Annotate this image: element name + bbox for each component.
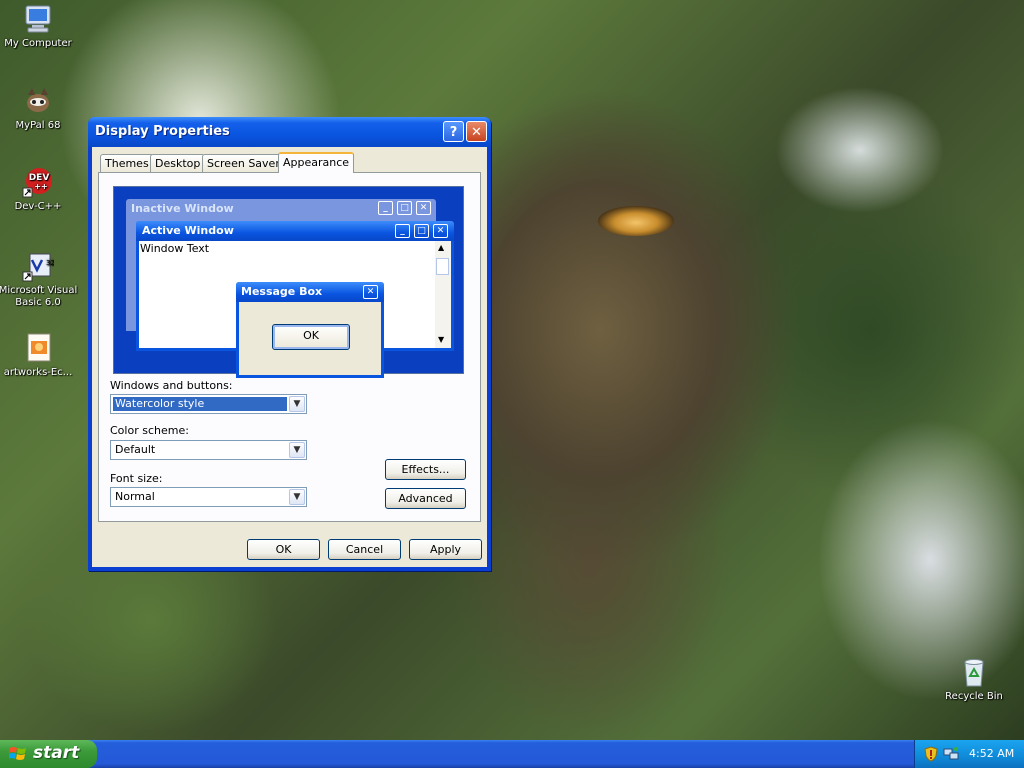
advanced-button[interactable]: Advanced	[385, 488, 466, 509]
preview-inactive-title: Inactive Window	[131, 202, 234, 215]
color-scheme-label: Color scheme:	[110, 424, 189, 437]
color-scheme-select[interactable]: Default ▼	[110, 440, 307, 460]
svg-text:32: 32	[46, 259, 54, 267]
preview-active-title: Active Window	[142, 224, 234, 237]
help-button[interactable]: ?	[443, 121, 464, 142]
preview-active-window: Active Window _ □ ✕ Window Text ▲ ▼ Mess…	[136, 221, 454, 378]
desktop-icon-label: artworks-Ec...	[3, 367, 73, 378]
system-tray: 4:52 AM	[914, 740, 1024, 768]
desktop-icon-label: My Computer	[4, 38, 72, 49]
scroll-up-icon: ▲	[438, 243, 445, 252]
minimize-icon: _	[378, 201, 393, 215]
scroll-down-icon: ▼	[438, 335, 445, 344]
start-label: start	[33, 743, 80, 763]
close-button[interactable]: ✕	[466, 121, 487, 142]
desktop-icon-label: Dev-C++	[14, 201, 62, 212]
desktop-icon-my-computer[interactable]: My Computer	[0, 3, 78, 50]
recycle-bin-icon	[958, 656, 990, 688]
artworks-icon	[22, 332, 54, 364]
appearance-preview: Inactive Window _ □ ✕ Active Window _ □ …	[113, 186, 464, 378]
desktop-icon-mypal[interactable]: MyPal 68	[0, 85, 78, 132]
windows-and-buttons-value: Watercolor style	[113, 397, 287, 411]
desktop-icon-devcpp[interactable]: DEV ++ Dev-C++	[0, 166, 78, 213]
preview-ok-button: OK	[272, 324, 350, 350]
taskbar: start 4:52 AM	[0, 740, 1024, 768]
devcpp-icon: DEV ++	[22, 166, 54, 198]
svg-text:++: ++	[34, 182, 47, 191]
preview-message-box-titlebar: Message Box ✕	[236, 282, 384, 302]
preview-scrollbar: ▲ ▼	[435, 241, 451, 348]
close-icon: ✕	[433, 224, 448, 238]
cancel-button[interactable]: Cancel	[328, 539, 401, 560]
chevron-down-icon[interactable]: ▼	[289, 396, 305, 412]
preview-message-box: Message Box ✕ OK	[236, 282, 384, 378]
ok-button[interactable]: OK	[247, 539, 320, 560]
preview-message-box-body: OK	[239, 302, 381, 375]
desktop-icon-label: Recycle Bin	[945, 691, 1003, 702]
mypal-icon	[22, 85, 54, 117]
vb6-icon: 32	[22, 250, 55, 282]
close-icon: ✕	[363, 285, 378, 299]
appearance-tab-panel: Inactive Window _ □ ✕ Active Window _ □ …	[98, 172, 481, 522]
my-computer-icon	[22, 3, 54, 35]
tab-appearance[interactable]: Appearance	[278, 152, 355, 173]
windows-and-buttons-label: Windows and buttons:	[110, 379, 233, 392]
start-button[interactable]: start	[0, 740, 97, 768]
scroll-thumb	[436, 258, 449, 275]
desktop-icon-vb6[interactable]: 32 Microsoft Visual Basic 6.0	[0, 250, 78, 309]
chevron-down-icon[interactable]: ▼	[289, 489, 305, 505]
effects-button[interactable]: Effects...	[385, 459, 466, 480]
minimize-icon: _	[395, 224, 410, 238]
apply-button[interactable]: Apply	[409, 539, 482, 560]
preview-window-text: Window Text	[140, 242, 210, 255]
dialog-titlebar[interactable]: Display Properties ? ✕	[88, 117, 491, 147]
dialog-title: Display Properties	[95, 124, 230, 139]
desktop-icon-label: Microsoft Visual Basic 6.0	[0, 285, 78, 308]
maximize-icon: □	[397, 201, 412, 215]
network-icon[interactable]	[943, 746, 959, 762]
tab-themes[interactable]: Themes	[100, 154, 154, 172]
font-size-label: Font size:	[110, 472, 163, 485]
windows-and-buttons-select[interactable]: Watercolor style ▼	[110, 394, 307, 414]
font-size-value: Normal	[115, 490, 155, 503]
clock[interactable]: 4:52 AM	[969, 747, 1014, 760]
desktop-icon-artworks[interactable]: artworks-Ec...	[0, 332, 78, 379]
desktop-icon-label: MyPal 68	[15, 120, 61, 131]
preview-active-titlebar: Active Window _ □ ✕	[136, 221, 454, 241]
preview-message-box-title: Message Box	[241, 285, 323, 298]
display-properties-dialog: Display Properties ? ✕ Themes Desktop Sc…	[88, 117, 491, 571]
dialog-client-area: Themes Desktop Screen Saver Appearance I…	[92, 147, 487, 567]
chevron-down-icon[interactable]: ▼	[289, 442, 305, 458]
font-size-select[interactable]: Normal ▼	[110, 487, 307, 507]
maximize-icon: □	[414, 224, 429, 238]
tab-desktop[interactable]: Desktop	[150, 154, 206, 172]
wallpaper-eye	[598, 206, 674, 236]
color-scheme-value: Default	[115, 443, 156, 456]
security-shield-icon[interactable]	[924, 746, 938, 762]
windows-logo-icon	[9, 747, 26, 760]
tab-screen-saver[interactable]: Screen Saver	[202, 154, 285, 172]
desktop-icon-recycle-bin[interactable]: Recycle Bin	[934, 656, 1014, 703]
close-icon: ✕	[416, 201, 431, 215]
